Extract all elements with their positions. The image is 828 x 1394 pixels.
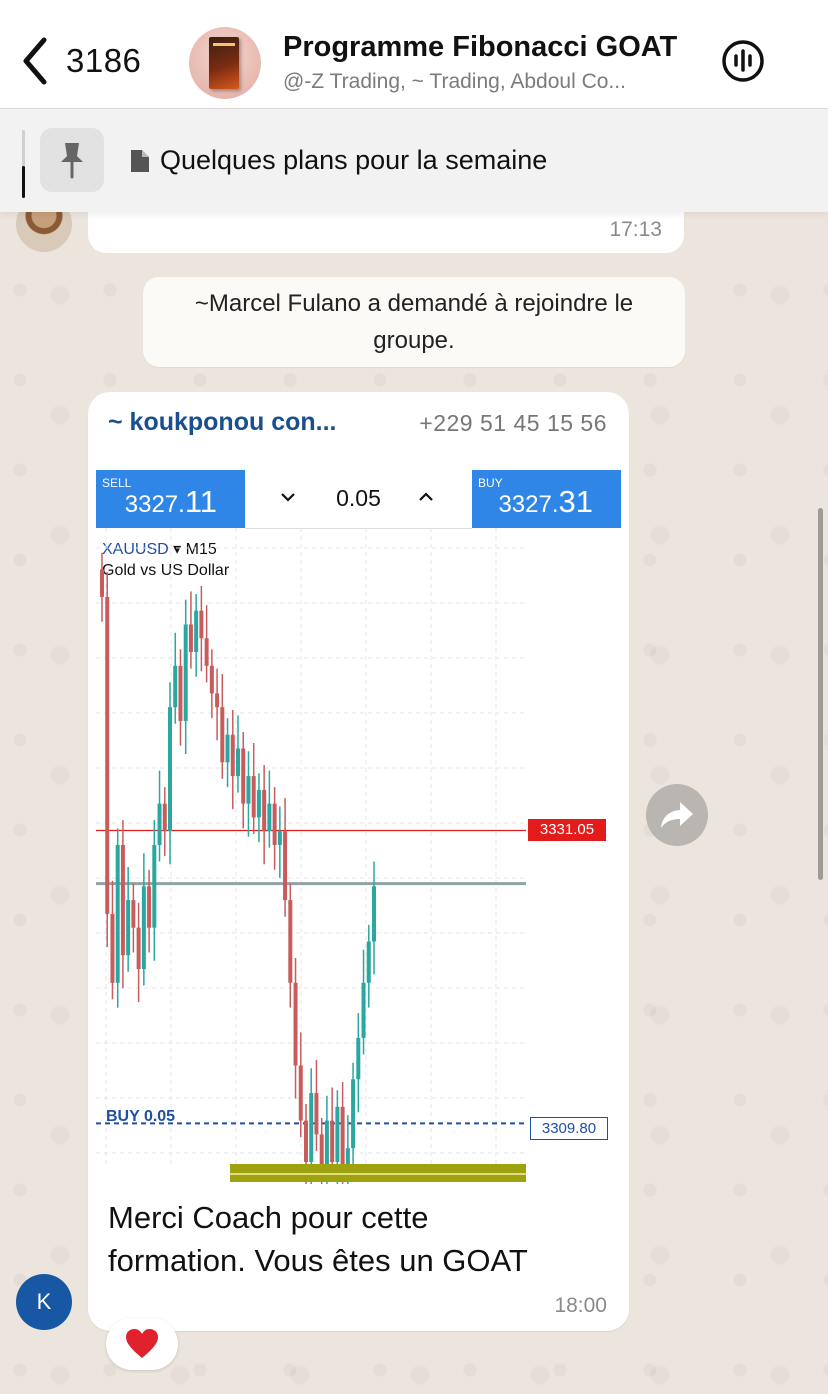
system-notice-line2: groupe. xyxy=(373,327,455,354)
sender-phone: +229 51 45 15 56 xyxy=(419,410,607,436)
candle-body xyxy=(152,844,157,928)
candle-body xyxy=(162,803,167,832)
candle-body xyxy=(168,707,172,832)
pin-button[interactable] xyxy=(40,128,104,192)
candle-body xyxy=(105,596,110,914)
lot-size-value: 0.05 xyxy=(336,485,381,511)
message-time: 18:00 xyxy=(554,1294,607,1317)
candle-body xyxy=(283,831,288,901)
candle-body xyxy=(209,665,214,694)
candle-body xyxy=(126,900,131,956)
candle-body xyxy=(120,844,125,956)
pin-indicator-active xyxy=(22,166,25,198)
system-notice: ~Marcel Fulano a demandé à rejoindre le … xyxy=(143,277,685,367)
price-chart xyxy=(96,528,526,1184)
candle-body xyxy=(188,624,193,653)
chevron-left-icon xyxy=(23,37,47,85)
chat-header: 3186 Programme Fibonacci GOAT @-Z Tradin… xyxy=(0,0,828,109)
candle-body xyxy=(293,982,298,1066)
back-button[interactable]: 3186 xyxy=(18,36,141,86)
candle-body xyxy=(288,900,293,983)
chart-screenshot[interactable]: SELL 3327.11 0.05 BUY 3327.31 XAUUSD ▾ M… xyxy=(96,470,621,1184)
candle-body xyxy=(199,610,204,639)
candle-body xyxy=(236,748,240,777)
message-bubble[interactable]: ~ koukponou con... +229 51 45 15 56 SELL… xyxy=(88,392,629,1331)
candle-body xyxy=(173,665,178,708)
group-title[interactable]: Programme Fibonacci GOAT xyxy=(283,31,703,64)
candle-body xyxy=(141,886,146,970)
candle-body xyxy=(100,569,104,597)
heart-reaction[interactable] xyxy=(106,1318,178,1370)
candle-body xyxy=(110,913,115,983)
forward-arrow-icon xyxy=(661,802,693,828)
candle-body xyxy=(251,776,256,818)
candle-body xyxy=(131,900,136,928)
message-text-line1: Merci Coach pour cette xyxy=(108,1200,429,1235)
buy-order-label: BUY 0.05 xyxy=(106,1108,176,1125)
lot-size-control: 0.05 xyxy=(245,470,472,529)
sell-button: SELL 3327.11 xyxy=(96,470,245,528)
scrollbar[interactable] xyxy=(818,508,823,880)
buy-order-price-tag: 3309.80 xyxy=(530,1117,608,1140)
forward-button[interactable] xyxy=(646,784,708,846)
candle-body xyxy=(256,789,261,818)
candle-body xyxy=(272,803,277,845)
candle-body xyxy=(241,748,246,804)
candle-body xyxy=(115,844,120,983)
system-notice-line1: ~Marcel Fulano a demandé à rejoindre le xyxy=(194,290,634,317)
candle-body xyxy=(366,941,371,983)
candle-body xyxy=(178,665,183,721)
candle-body xyxy=(351,1079,356,1149)
candle-body xyxy=(230,734,235,777)
candle-body xyxy=(277,831,282,845)
candle-body xyxy=(204,638,209,666)
trade-bar: SELL 3327.11 0.05 BUY 3327.31 xyxy=(96,470,621,529)
candle-body xyxy=(314,1093,319,1135)
candle-body xyxy=(215,693,220,708)
sender-name[interactable]: ~ koukponou con... xyxy=(108,408,336,437)
buy-button: BUY 3327.31 xyxy=(472,470,621,528)
red-level-price-tag: 3331.05 xyxy=(528,819,606,841)
sell-price: 3327.11 xyxy=(124,484,217,519)
candle-body xyxy=(309,1093,314,1162)
document-icon xyxy=(131,150,149,172)
group-avatar[interactable] xyxy=(189,27,261,99)
book-cover-image xyxy=(209,37,239,89)
candle-body xyxy=(372,886,376,942)
buy-price: 3327.31 xyxy=(498,484,593,519)
message-text: Merci Coach pour cette formation. Vous ê… xyxy=(108,1196,608,1282)
candle-body xyxy=(298,1065,303,1121)
group-members[interactable]: @-Z Trading, ~ Trading, Abdoul Co... xyxy=(283,70,703,94)
candle-body xyxy=(147,886,152,928)
volume-band xyxy=(230,1164,526,1182)
candle-body xyxy=(356,1037,361,1080)
candle-body xyxy=(136,927,141,970)
chevron-up-icon xyxy=(419,492,433,501)
candle-body xyxy=(183,624,188,721)
candle-body xyxy=(262,789,267,832)
candle-body xyxy=(267,803,272,832)
candle-body xyxy=(361,982,366,1038)
candle-body xyxy=(330,1120,335,1162)
heart-icon xyxy=(126,1329,158,1358)
candle-body xyxy=(304,1120,308,1162)
unread-count: 3186 xyxy=(66,42,142,79)
pin-icon xyxy=(61,143,83,179)
message-text-line2: formation. Vous êtes un GOAT xyxy=(108,1243,528,1278)
candle-body xyxy=(335,1106,340,1162)
message-time: 17:13 xyxy=(609,218,662,241)
candle-body xyxy=(225,734,230,763)
candle-body xyxy=(220,707,225,763)
voice-chat-icon[interactable] xyxy=(720,38,766,84)
pinned-message-text[interactable]: Quelques plans pour la semaine xyxy=(160,145,547,176)
candle-body xyxy=(246,776,251,804)
candle-body xyxy=(194,610,199,653)
sender-avatar[interactable]: K xyxy=(16,1274,72,1330)
candle-body xyxy=(157,803,162,845)
